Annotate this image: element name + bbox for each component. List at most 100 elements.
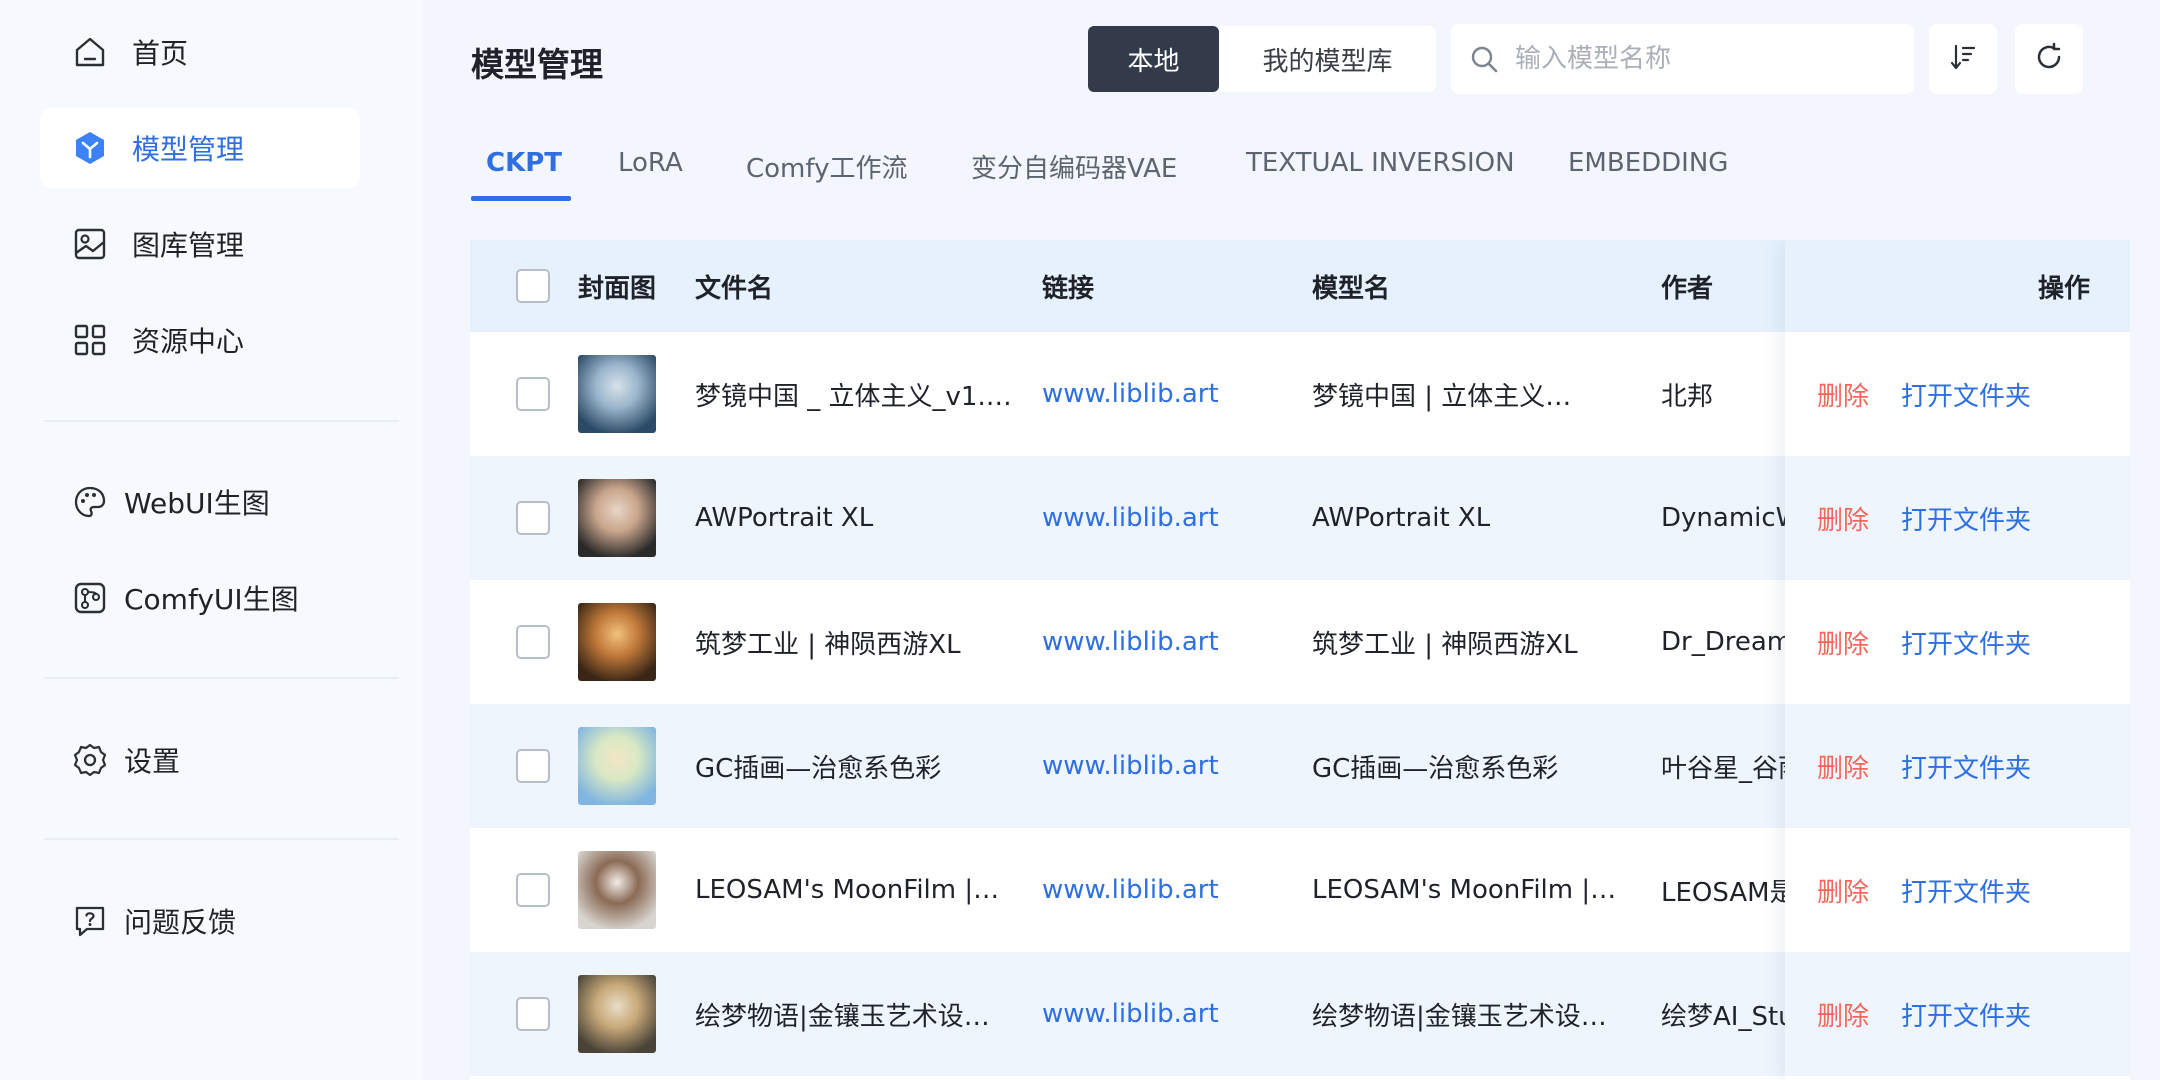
feedback-icon <box>72 903 108 939</box>
delete-button[interactable]: 删除 <box>1817 748 1869 785</box>
tab-ckpt[interactable]: CKPT <box>486 148 562 178</box>
liblib-link[interactable]: www.liblib.art <box>1042 379 1219 409</box>
filename-cell: LEOSAM's MoonFilm |… <box>695 828 1020 952</box>
table-row[interactable]: AWPortrait XL www.liblib.art AWPortrait … <box>470 456 2130 580</box>
sidebar-divider <box>44 677 399 679</box>
open-folder-button[interactable]: 打开文件夹 <box>1901 748 2031 785</box>
sort-button[interactable] <box>1929 24 1997 94</box>
row-checkbox[interactable] <box>516 873 550 907</box>
search-box <box>1451 24 1914 94</box>
table-header-row: 封面图 文件名 链接 模型名 作者 操作 <box>470 240 2130 332</box>
select-all-cell <box>516 240 550 332</box>
cover-thumbnail[interactable] <box>578 851 656 929</box>
filename-text: 绘梦物语|金镶玉艺术设… <box>695 1001 990 1032</box>
sidebar-item-webui[interactable]: WebUI生图 <box>40 462 360 542</box>
table-row[interactable]: LEOSAM's MoonFilm |… www.liblib.art LEOS… <box>470 828 2130 952</box>
open-folder-button[interactable]: 打开文件夹 <box>1901 500 2031 537</box>
delete-button[interactable]: 删除 <box>1817 624 1869 661</box>
filename-text: AWPortrait XL <box>695 503 874 533</box>
palette-icon <box>72 484 108 520</box>
tab-comfy-workflow[interactable]: Comfy工作流 <box>746 148 907 185</box>
open-folder-button[interactable]: 打开文件夹 <box>1901 872 2031 909</box>
sidebar-item-home[interactable]: 首页 <box>40 12 360 92</box>
tab-embedding[interactable]: EMBEDDING <box>1568 148 1728 178</box>
sidebar-item-label: 模型管理 <box>132 133 245 166</box>
header-model-name[interactable]: 模型名 <box>1312 240 1390 332</box>
sidebar-item-comfyui[interactable]: ComfyUI生图 <box>40 558 360 638</box>
author-cell: 绘梦AI_Studio <box>1661 952 1789 1076</box>
tab-textual-inversion[interactable]: TEXTUAL INVERSION <box>1246 148 1515 178</box>
liblib-link[interactable]: www.liblib.art <box>1042 999 1219 1029</box>
delete-button[interactable]: 删除 <box>1817 996 1869 1033</box>
table-row[interactable]: 筑梦工业 | 神陨西游XL www.liblib.art 筑梦工业 | 神陨西游… <box>470 580 2130 704</box>
sidebar-item-label: 设置 <box>124 745 181 778</box>
row-select-cell <box>516 704 550 828</box>
sidebar-item-model-management[interactable]: 模型管理 <box>40 108 360 188</box>
segment-local[interactable]: 本地 <box>1088 26 1219 92</box>
cover-cell <box>578 704 656 828</box>
header-filename[interactable]: 文件名 <box>695 240 773 332</box>
header-actions: 操作 <box>2038 273 2091 304</box>
model-name-text: GC插画—治愈系色彩 <box>1312 753 1559 784</box>
sidebar-item-feedback[interactable]: 问题反馈 <box>40 881 360 961</box>
cover-thumbnail[interactable] <box>578 603 656 681</box>
row-checkbox[interactable] <box>516 997 550 1031</box>
model-name-text: 梦镜中国 | 立体主义… <box>1312 381 1572 412</box>
source-segmented-control: 本地 我的模型库 <box>1088 26 1436 92</box>
delete-button[interactable]: 删除 <box>1817 872 1869 909</box>
link-cell: www.liblib.art <box>1042 704 1219 828</box>
search-input[interactable] <box>1515 44 1895 74</box>
model-name-cell: GC插画—治愈系色彩 <box>1312 704 1637 828</box>
author-text: Dr_Dream <box>1661 627 1789 657</box>
grid-apps-icon <box>72 322 108 358</box>
open-folder-button[interactable]: 打开文件夹 <box>1901 624 2031 661</box>
sidebar: 首页 模型管理 图库管理 资源中心 WebUI生图 ComfyUI生图 设置 问… <box>0 0 423 1080</box>
actions-cell: 删除 打开文件夹 <box>1785 828 2130 952</box>
segment-my-library[interactable]: 我的模型库 <box>1219 26 1436 92</box>
row-checkbox[interactable] <box>516 377 550 411</box>
liblib-link[interactable]: www.liblib.art <box>1042 751 1219 781</box>
author-cell: 叶谷星_谷雨 <box>1661 704 1789 828</box>
delete-button[interactable]: 删除 <box>1817 500 1869 537</box>
table-row[interactable]: 绘梦物语|金镶玉艺术设… www.liblib.art 绘梦物语|金镶玉艺术设…… <box>470 952 2130 1076</box>
select-all-checkbox[interactable] <box>516 269 550 303</box>
active-tab-indicator <box>471 196 571 201</box>
sidebar-item-settings[interactable]: 设置 <box>40 720 360 800</box>
open-folder-button[interactable]: 打开文件夹 <box>1901 376 2031 413</box>
cover-cell <box>578 828 656 952</box>
liblib-link[interactable]: www.liblib.art <box>1042 875 1219 905</box>
cover-thumbnail[interactable] <box>578 975 656 1053</box>
liblib-link[interactable]: www.liblib.art <box>1042 627 1219 657</box>
sidebar-item-label: ComfyUI生图 <box>124 583 299 616</box>
cover-thumbnail[interactable] <box>578 355 656 433</box>
actions-cell: 删除 打开文件夹 <box>1785 456 2130 580</box>
actions-cell: 删除 打开文件夹 <box>1785 332 2130 456</box>
link-cell: www.liblib.art <box>1042 828 1219 952</box>
header-cover: 封面图 <box>578 273 657 304</box>
author-cell: DynamicWang <box>1661 456 1789 580</box>
filename-cell: GC插画—治愈系色彩 <box>695 704 1020 828</box>
row-checkbox[interactable] <box>516 625 550 659</box>
row-select-cell <box>516 580 550 704</box>
delete-button[interactable]: 删除 <box>1817 376 1869 413</box>
filename-cell: AWPortrait XL <box>695 456 1020 580</box>
filename-text: 筑梦工业 | 神陨西游XL <box>695 629 961 660</box>
liblib-link[interactable]: www.liblib.art <box>1042 503 1219 533</box>
table-row[interactable]: 梦镜中国 _ 立体主义_v1.0.safetensors www.liblib.… <box>470 332 2130 456</box>
open-folder-button[interactable]: 打开文件夹 <box>1901 996 2031 1033</box>
row-checkbox[interactable] <box>516 749 550 783</box>
author-cell: Dr_Dream <box>1661 580 1789 704</box>
tab-vae[interactable]: 变分自编码器VAE <box>971 148 1177 185</box>
cover-thumbnail[interactable] <box>578 479 656 557</box>
tab-lora[interactable]: LoRA <box>618 148 683 178</box>
table-row[interactable]: GC插画—治愈系色彩 www.liblib.art GC插画—治愈系色彩 叶谷星… <box>470 704 2130 828</box>
header-author[interactable]: 作者 <box>1661 240 1713 332</box>
sidebar-item-resources[interactable]: 资源中心 <box>40 300 360 380</box>
refresh-button[interactable] <box>2015 24 2083 94</box>
sidebar-item-gallery[interactable]: 图库管理 <box>40 204 360 284</box>
sidebar-item-label: 首页 <box>132 37 189 70</box>
gallery-icon <box>72 226 108 262</box>
row-checkbox[interactable] <box>516 501 550 535</box>
sidebar-divider <box>44 420 399 422</box>
cover-thumbnail[interactable] <box>578 727 656 805</box>
